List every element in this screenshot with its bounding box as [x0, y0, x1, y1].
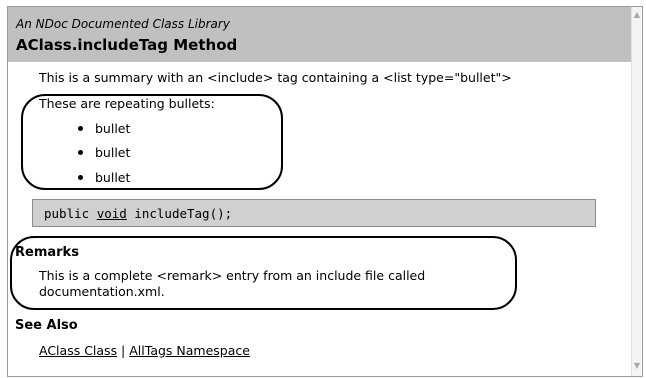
summary-text: This is a summary with an <include> tag … — [39, 70, 512, 85]
aclass-class-link[interactable]: AClass Class — [39, 343, 117, 358]
chevron-up-icon[interactable]: ▲ — [633, 11, 641, 19]
list-item: bullet — [78, 145, 130, 160]
list-item: bullet — [78, 121, 130, 136]
bullet-icon — [78, 126, 83, 131]
type-link[interactable]: void — [97, 206, 127, 221]
page-content: This is a summary with an <include> tag … — [8, 62, 632, 376]
help-page-frame: An NDoc Documented Class Library AClass.… — [7, 6, 643, 377]
alltags-namespace-link[interactable]: AllTags Namespace — [129, 343, 250, 358]
syntax-line: public void includeTag(); — [44, 206, 233, 221]
list-item: bullet — [78, 170, 130, 185]
see-also-links: AClass Class | AllTags Namespace — [39, 343, 250, 358]
vertical-scrollbar[interactable]: ▲ ▼ — [631, 7, 642, 376]
bullet-icon — [78, 150, 83, 155]
chevron-down-icon[interactable]: ▼ — [633, 362, 641, 370]
library-name: An NDoc Documented Class Library — [16, 17, 230, 31]
page-title: AClass.includeTag Method — [16, 36, 238, 54]
syntax-block: public void includeTag(); — [32, 199, 596, 227]
see-also-heading: See Also — [15, 318, 78, 333]
remarks-heading: Remarks — [15, 245, 79, 260]
list-intro: These are repeating bullets: — [39, 96, 215, 111]
remarks-line-2: documentation.xml. — [39, 284, 165, 299]
bullet-icon — [78, 175, 83, 180]
remarks-line-1: This is a complete <remark> entry from a… — [39, 268, 426, 283]
page-header: An NDoc Documented Class Library AClass.… — [8, 7, 632, 62]
